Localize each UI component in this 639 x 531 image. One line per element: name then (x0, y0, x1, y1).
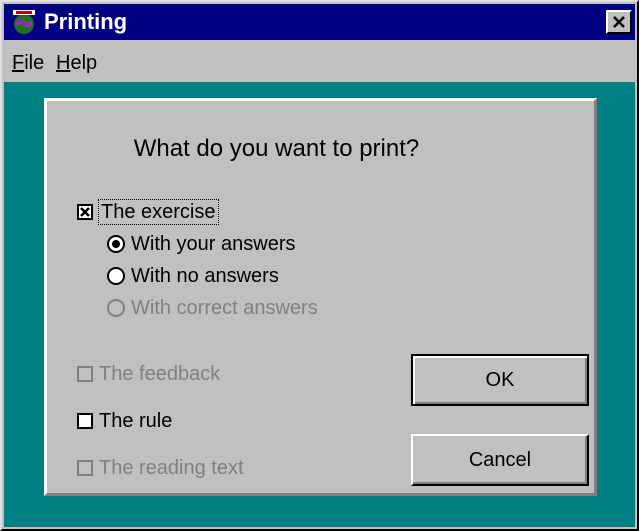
reading-text-checkbox-box (77, 460, 93, 476)
reading-text-checkbox: The reading text (77, 456, 244, 480)
radio-label: With your answers (131, 233, 296, 255)
globe-app-icon (13, 10, 35, 34)
close-icon (613, 16, 625, 28)
exercise-checkbox-box[interactable] (77, 204, 93, 220)
radio-label: With no answers (131, 265, 279, 287)
dialog-heading: What do you want to print? (133, 135, 420, 162)
ok-label: OK (485, 368, 515, 391)
title-bar[interactable]: Printing (4, 4, 635, 40)
cancel-button[interactable]: Cancel (411, 434, 589, 486)
menu-help[interactable]: Help (56, 51, 97, 75)
feedback-checkbox-box (77, 366, 93, 382)
rule-checkbox[interactable]: The rule (77, 409, 172, 433)
rule-label: The rule (99, 410, 173, 432)
menu-file[interactable]: File (12, 51, 44, 75)
radio-with-correct-answers: With correct answers (107, 296, 318, 320)
radio-button (107, 299, 125, 317)
radio-label: With correct answers (131, 297, 318, 319)
radio-with-your-answers[interactable]: With your answers (107, 232, 296, 256)
close-button[interactable] (606, 10, 632, 34)
menu-bar: File Help (4, 42, 635, 82)
reading-text-label: The reading text (99, 457, 244, 479)
radio-button[interactable] (107, 267, 125, 285)
feedback-label: The feedback (99, 363, 221, 385)
check-x-icon (80, 207, 90, 217)
rule-checkbox-box[interactable] (77, 413, 93, 429)
window-title: Printing (44, 9, 128, 34)
ok-button[interactable]: OK (411, 354, 589, 406)
radio-with-no-answers[interactable]: With no answers (107, 264, 279, 288)
exercise-checkbox[interactable]: The exercise (77, 199, 219, 225)
feedback-checkbox: The feedback (77, 362, 220, 386)
cancel-label: Cancel (468, 448, 532, 471)
exercise-label: The exercise (98, 199, 219, 225)
radio-button[interactable] (107, 235, 125, 253)
radio-dot-icon (112, 240, 120, 248)
